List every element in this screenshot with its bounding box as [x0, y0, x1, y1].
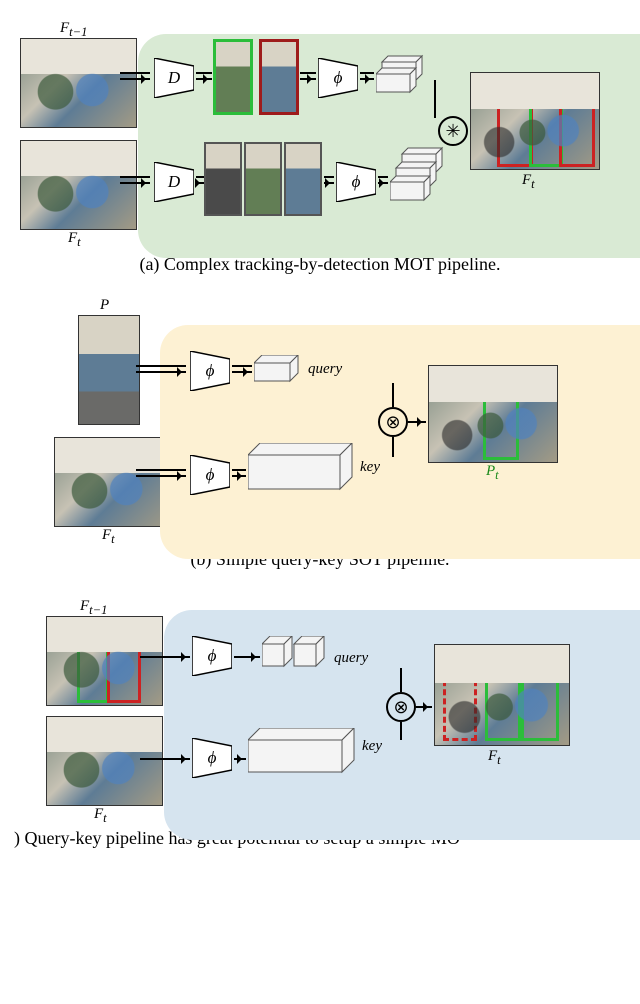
arrow: [234, 758, 246, 760]
panel-b: P Ft ϕ ϕ query key: [10, 305, 630, 570]
frame-prev-label-c: Ft−1: [80, 598, 107, 618]
feature-b-bottom: ϕ: [190, 455, 230, 495]
combine-op-b: ⊗: [378, 407, 408, 437]
arrow: [136, 371, 186, 373]
patch-label: P: [100, 297, 109, 314]
detector-bottom: D: [154, 162, 194, 202]
arrow: [120, 182, 150, 184]
crop-bot-1: [206, 144, 240, 214]
arrow: [400, 668, 402, 692]
key-cube: [248, 443, 358, 497]
feature-bottom: ϕ: [336, 162, 376, 202]
arrow: [140, 656, 190, 658]
arrow: [400, 722, 402, 740]
feature-top: ϕ: [318, 58, 358, 98]
query-label-c: query: [334, 650, 368, 667]
frame-curr-label-c: Ft: [94, 806, 107, 826]
result-label-c: Ft: [488, 748, 501, 768]
key-label-c: key: [362, 738, 382, 755]
bbox: [77, 641, 109, 703]
arrow: [392, 437, 394, 457]
combine-op-a: ✳: [438, 116, 468, 146]
result-label-a: Ft: [522, 172, 535, 192]
key-label: key: [360, 459, 380, 476]
arrow: [232, 371, 252, 373]
result-image-a: [470, 72, 600, 170]
crop-bot-2: [246, 144, 280, 214]
result-image-c: Miss: [434, 644, 570, 746]
result-image-b: [428, 365, 558, 463]
frame-label-b: Ft: [102, 527, 115, 547]
features-bottom: [390, 146, 448, 214]
arrow: [140, 758, 190, 760]
arrow: [392, 383, 394, 407]
panel-a: Ft−1 Ft D D: [10, 20, 630, 275]
frame-prev-image: [20, 38, 137, 128]
frame-curr-label: Ft: [68, 230, 81, 250]
arrow: [434, 80, 436, 118]
bbox-green: [529, 99, 563, 167]
frame-prev-label: Ft−1: [60, 20, 87, 40]
arrow: [136, 475, 186, 477]
bbox-green-b: [483, 388, 519, 460]
crop-bot-3: [286, 144, 320, 214]
feature-b-top: ϕ: [190, 351, 230, 391]
bbox: [107, 637, 141, 703]
feature-c-bottom: ϕ: [192, 738, 232, 778]
arrow: [196, 182, 204, 184]
bbox-green-c1: [485, 669, 521, 741]
combine-op-c: ⊗: [386, 692, 416, 722]
frame-curr-c: [46, 716, 163, 806]
arrow: [234, 656, 260, 658]
bbox-miss: [443, 671, 477, 741]
arrow: [416, 706, 432, 708]
crop-top-1: [216, 42, 250, 112]
frame-image-b: [54, 437, 171, 527]
query-cube: [254, 355, 304, 387]
feature-c-top: ϕ: [192, 636, 232, 676]
result-label-b: Pt: [486, 463, 499, 483]
query-label: query: [308, 361, 342, 378]
frame-curr-image: [20, 140, 137, 230]
crop-top-2: [262, 42, 296, 112]
patch-image: [78, 315, 140, 425]
arrow: [120, 78, 150, 80]
arrow: [300, 78, 316, 80]
pipeline-a-box: D D ϕ ϕ: [138, 34, 640, 258]
arrow: [378, 182, 388, 184]
features-top: [376, 52, 428, 102]
bbox-red-2: [559, 95, 595, 167]
frame-prev-c: [46, 616, 163, 706]
bbox-green-c2: [521, 665, 559, 741]
arrow: [232, 475, 246, 477]
arrow: [196, 78, 212, 80]
pipeline-c-box: ϕ ϕ query key ⊗: [164, 610, 640, 840]
arrow: [360, 78, 374, 80]
arrow: [408, 421, 426, 423]
bbox-red: [497, 101, 533, 167]
query-cubes: [262, 636, 332, 672]
detector-top: D: [154, 58, 194, 98]
miss-label: Miss: [441, 649, 477, 670]
panel-c: Ft−1 Ft ϕ ϕ query: [10, 600, 630, 849]
key-cube-c: [248, 728, 360, 780]
pipeline-b-box: ϕ ϕ query key ⊗: [160, 325, 640, 559]
arrow: [324, 182, 334, 184]
